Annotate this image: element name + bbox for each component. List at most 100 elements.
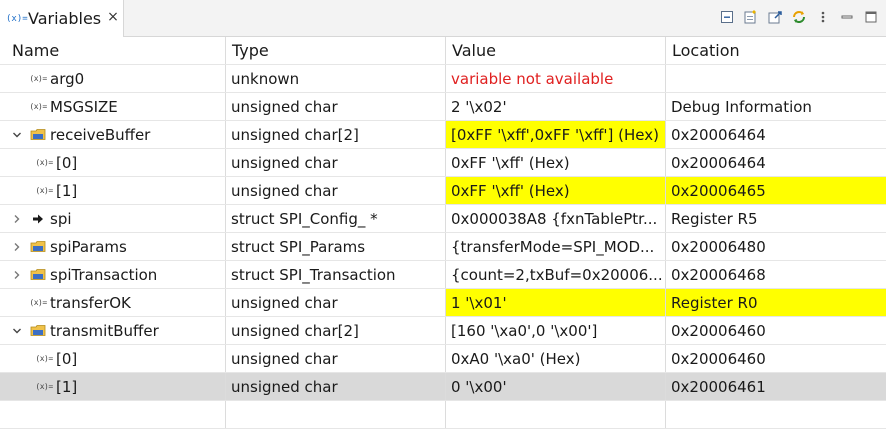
close-icon[interactable]: × (106, 8, 120, 26)
cell-name: spi (0, 205, 226, 232)
cell-value[interactable]: variable not available (446, 65, 666, 92)
variable-name: transmitBuffer (50, 321, 159, 340)
minimize-icon[interactable] (838, 8, 856, 26)
chevron-down-icon[interactable] (10, 128, 24, 142)
cell-value[interactable]: 0xFF '\xff' (Hex) (446, 149, 666, 176)
cell-value[interactable]: 0xA0 '\xa0' (Hex) (446, 345, 666, 372)
cell-name: (x)= MSGSIZE (0, 93, 226, 120)
cell-value[interactable]: 0x000038A8 {fxnTablePtr... (446, 205, 666, 232)
cell-name: spiParams (0, 233, 226, 260)
view-menu-icon[interactable] (814, 8, 832, 26)
variable-name: spi (50, 209, 72, 228)
cell-value[interactable]: 0xFF '\xff' (Hex) (446, 177, 666, 204)
variable-icon: (x)= (35, 186, 53, 195)
cell-name: transmitBuffer (0, 317, 226, 344)
cell-location: 0x20006465 (666, 177, 886, 204)
variable-icon: (x)= (29, 102, 47, 111)
variables-icon: (x)= (6, 13, 28, 24)
table-row[interactable]: (x)= transferOK unsigned char 1 '\x01' Regis… (0, 289, 886, 317)
table-row[interactable]: (x)= arg0 unknown variable not available (0, 65, 886, 93)
table-row[interactable]: (x)= [1] unsigned char 0 '\x00' 0x20006461 (0, 373, 886, 401)
cell-location: 0x20006464 (671, 125, 766, 144)
chevron-down-icon[interactable] (10, 324, 24, 338)
cell-location (666, 65, 886, 92)
variable-name: receiveBuffer (50, 125, 151, 144)
cell-type: struct SPI_Config_ * (226, 205, 446, 232)
variable-name: spiTransaction (50, 265, 158, 284)
cell-name: (x)= transferOK (0, 289, 226, 316)
variables-view: (x)= Variables × Name Type Value Locatio… (0, 0, 886, 429)
cell-name: receiveBuffer (0, 121, 226, 148)
view-tab-bar: (x)= Variables × (0, 0, 886, 37)
cell-location: 0x20006461 (671, 377, 766, 396)
variable-name: [0] (56, 153, 78, 172)
view-toolbar (718, 6, 880, 28)
cell-name: (x)= [1] (0, 177, 226, 204)
table-row[interactable]: spiParams struct SPI_Params {transferMode=… (0, 233, 886, 261)
table-row[interactable]: transmitBuffer unsigned char[2] [160 '\xa0… (0, 317, 886, 345)
collapse-all-icon[interactable] (718, 8, 736, 26)
new-expression-icon[interactable] (742, 8, 760, 26)
chevron-right-icon[interactable] (10, 268, 24, 282)
cell-type: unsigned char (226, 93, 446, 120)
table-body: (x)= arg0 unknown variable not available (x)… (0, 65, 886, 429)
variable-name: spiParams (50, 237, 127, 256)
cell-location: Debug Information (671, 97, 812, 116)
select-columns-icon[interactable] (766, 8, 784, 26)
cell-name: (x)= [0] (0, 149, 226, 176)
variable-name: [1] (56, 377, 78, 396)
pointer-icon (30, 212, 46, 226)
cell-value[interactable]: 1 '\x01' (446, 289, 666, 316)
variable-icon: (x)= (35, 158, 53, 167)
empty-cell (666, 401, 886, 428)
cell-type: struct SPI_Params (226, 233, 446, 260)
cell-value[interactable]: [0xFF '\xff',0xFF '\xff'] (Hex) (446, 121, 666, 148)
tab-title: Variables (28, 9, 102, 28)
refresh-icon[interactable] (790, 8, 808, 26)
variable-icon: (x)= (29, 74, 47, 83)
cell-name: spiTransaction (0, 261, 226, 288)
cell-type: unsigned char (226, 289, 446, 316)
cell-name: (x)= [1] (0, 373, 226, 400)
cell-location: Register R0 (666, 289, 886, 316)
chevron-right-icon[interactable] (10, 212, 24, 226)
cell-type: unknown (226, 65, 446, 92)
variables-table: Name Type Value Location (x)= arg0 unknown… (0, 37, 886, 429)
struct-icon (30, 268, 46, 282)
variable-icon: (x)= (35, 382, 53, 391)
table-row[interactable]: spi struct SPI_Config_ * 0x000038A8 {fxnTa… (0, 205, 886, 233)
cell-value[interactable]: [160 '\xa0',0 '\x00'] (446, 317, 666, 344)
cell-location: 0x20006480 (671, 237, 766, 256)
chevron-right-icon[interactable] (10, 240, 24, 254)
struct-icon (30, 128, 46, 142)
cell-type: unsigned char (226, 373, 446, 400)
maximize-icon[interactable] (862, 8, 880, 26)
cell-value[interactable]: 0 '\x00' (446, 373, 666, 400)
variable-name: [1] (56, 181, 78, 200)
cell-location: 0x20006460 (671, 349, 766, 368)
column-header-location[interactable]: Location (666, 37, 886, 64)
variable-icon: (x)= (35, 354, 53, 363)
variable-name: [0] (56, 349, 78, 368)
cell-type: unsigned char[2] (226, 121, 446, 148)
variable-name: transferOK (50, 293, 131, 312)
table-row[interactable]: (x)= [1] unsigned char 0xFF '\xff' (Hex) 0x2… (0, 177, 886, 205)
cell-name: (x)= arg0 (0, 65, 226, 92)
column-header-name[interactable]: Name (0, 37, 226, 64)
cell-location: 0x20006460 (671, 321, 766, 340)
cell-type: unsigned char (226, 149, 446, 176)
column-header-value[interactable]: Value (446, 37, 666, 64)
empty-cell (0, 401, 226, 428)
tab-variables[interactable]: (x)= Variables × (0, 0, 124, 37)
cell-value[interactable]: {count=2,txBuf=0x20006... (446, 261, 666, 288)
cell-value[interactable]: 2 '\x02' (446, 93, 666, 120)
table-row[interactable]: (x)= MSGSIZE unsigned char 2 '\x02' Debug In… (0, 93, 886, 121)
table-row[interactable]: spiTransaction struct SPI_Transaction {cou… (0, 261, 886, 289)
cell-value[interactable]: {transferMode=SPI_MOD... (446, 233, 666, 260)
table-row[interactable]: (x)= [0] unsigned char 0xA0 '\xa0' (Hex) 0x2… (0, 345, 886, 373)
column-header-type[interactable]: Type (226, 37, 446, 64)
table-row[interactable]: receiveBuffer unsigned char[2] [0xFF '\xff… (0, 121, 886, 149)
table-row[interactable]: (x)= [0] unsigned char 0xFF '\xff' (Hex) 0x2… (0, 149, 886, 177)
cell-type: unsigned char[2] (226, 317, 446, 344)
